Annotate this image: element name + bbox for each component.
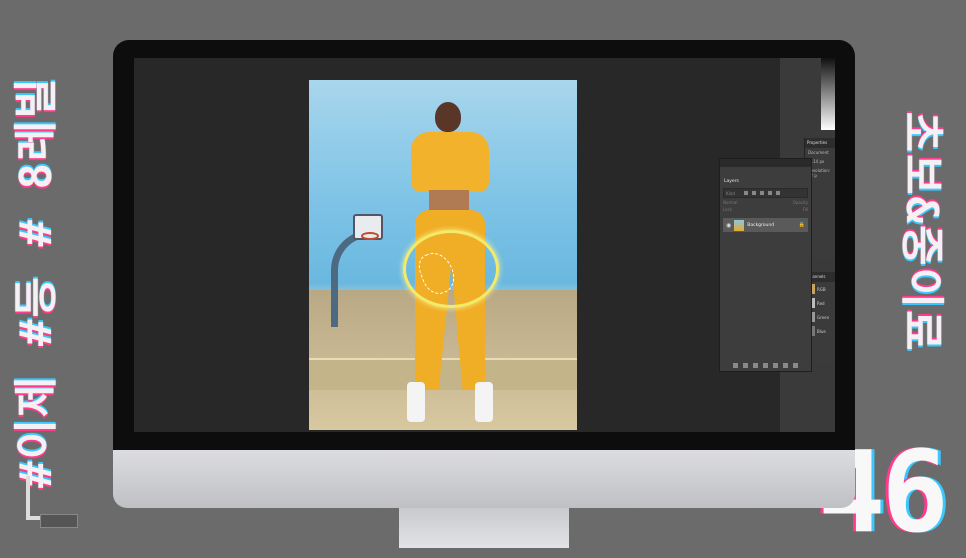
figure-head [435, 102, 461, 132]
layer-thumbnail [734, 219, 745, 231]
filter-pixel-icon[interactable] [744, 191, 748, 195]
filter-adjust-icon[interactable] [752, 191, 756, 195]
channel-label: Green [817, 314, 830, 320]
channel-label: RGB [817, 286, 826, 292]
properties-tab[interactable]: Properties [805, 138, 835, 148]
corner-bar-decoration [40, 514, 78, 528]
layer-name: Background [747, 222, 775, 228]
lock-row[interactable]: Lock Fill [723, 207, 808, 212]
channel-label: Blue [817, 328, 826, 334]
properties-doc-label: Document [808, 150, 829, 155]
right-overlay-text: 초보&중이료 [896, 111, 947, 353]
lock-label: Lock [723, 207, 733, 212]
layers-bottom-toolbar [720, 363, 811, 368]
photoshop-workspace[interactable]: Properties Document 2114 px Resolution: … [134, 58, 835, 432]
eye-icon[interactable]: ◉ [726, 222, 731, 229]
figure-hoodie [411, 132, 489, 192]
layer-filter-row[interactable]: Kind [723, 188, 808, 198]
layers-panel-titlebar[interactable] [720, 159, 811, 167]
figure-boot-right [475, 382, 493, 422]
left-overlay-text: #이제 #등 # 8레빌 [11, 76, 62, 488]
blend-row[interactable]: Normal Opacity [723, 200, 808, 205]
channel-label: Red [817, 300, 825, 306]
adjustment-icon[interactable] [763, 363, 768, 368]
canvas-photo[interactable] [309, 80, 577, 430]
fx-icon[interactable] [743, 363, 748, 368]
layers-panel[interactable]: Layers Kind Normal Opacity Lock Fill ◉ B… [719, 158, 812, 372]
filter-shape-icon[interactable] [768, 191, 772, 195]
blend-mode-select[interactable]: Normal [723, 200, 737, 205]
opacity-label: Opacity [792, 200, 808, 205]
figure-boot-left [407, 382, 425, 422]
lock-icon[interactable]: 🔒 [799, 222, 805, 228]
link-icon[interactable] [733, 363, 738, 368]
corner-bracket-decoration [26, 476, 40, 520]
monitor-stand [399, 508, 569, 548]
layer-filter-kind[interactable]: Kind [726, 191, 735, 196]
layer-row-background[interactable]: ◉ Background 🔒 [723, 218, 808, 232]
fill-label: Fill [802, 207, 808, 212]
filter-type-icon[interactable] [760, 191, 764, 195]
layers-tab[interactable]: Layers [720, 177, 743, 186]
trash-icon[interactable] [793, 363, 798, 368]
filter-smart-icon[interactable] [776, 191, 780, 195]
figure-midriff [429, 190, 469, 210]
basketball-rim [361, 232, 379, 240]
folder-icon[interactable] [773, 363, 778, 368]
color-gradient-swatch[interactable] [821, 58, 835, 130]
basketball-pole [331, 230, 374, 327]
imac-monitor: Properties Document 2114 px Resolution: … [113, 40, 855, 548]
monitor-chin [113, 450, 855, 508]
mask-icon[interactable] [753, 363, 758, 368]
new-layer-icon[interactable] [783, 363, 788, 368]
